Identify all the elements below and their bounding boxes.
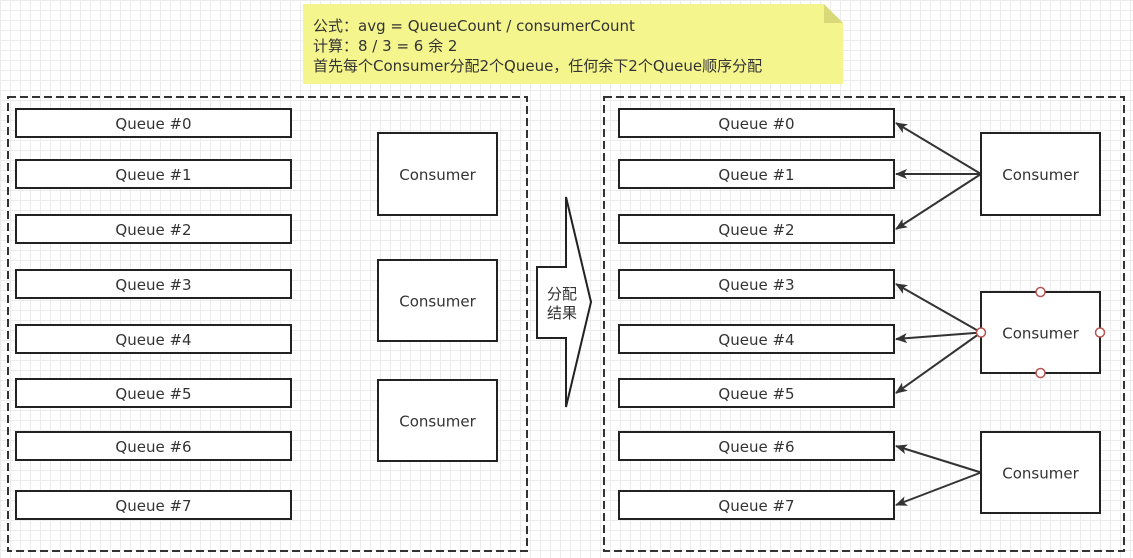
formula-note[interactable]: 公式：avg = QueueCount / consumerCount 计算：8… <box>303 4 843 84</box>
consumer-label: Consumer <box>1002 465 1079 483</box>
right-consumer-2[interactable]: Consumer <box>980 431 1101 514</box>
left-queue-7[interactable]: Queue #7 <box>15 490 292 520</box>
left-consumer-list: Consumer Consumer Consumer <box>377 132 498 462</box>
left-queue-5[interactable]: Queue #5 <box>15 378 292 408</box>
right-queue-list: Queue #0 Queue #1 Queue #2 Queue #3 Queue #4… <box>618 108 895 520</box>
queue-label: Queue #4 <box>115 331 191 349</box>
consumer-label: Consumer <box>399 166 476 184</box>
queue-label: Queue #1 <box>718 166 794 184</box>
consumer-label: Consumer <box>1002 325 1079 343</box>
right-queue-2[interactable]: Queue #2 <box>618 214 895 244</box>
queue-label: Queue #0 <box>115 115 191 133</box>
queue-label: Queue #6 <box>718 438 794 456</box>
right-queue-6[interactable]: Queue #6 <box>618 431 895 461</box>
left-consumer-1[interactable]: Consumer <box>377 259 498 342</box>
arrow-label-line2: 结果 <box>547 304 577 322</box>
note-calc-line: 计算：8 / 3 = 6 余 2 <box>313 37 457 55</box>
assignment-edges <box>895 122 982 506</box>
queue-label: Queue #4 <box>718 331 794 349</box>
edge-consumer-2-to-queue-6 <box>895 444 982 474</box>
queue-label: Queue #3 <box>115 276 191 294</box>
right-consumer-0[interactable]: Consumer <box>980 132 1101 216</box>
left-queue-1[interactable]: Queue #1 <box>15 159 292 189</box>
consumer-label: Consumer <box>399 413 476 431</box>
right-queue-1[interactable]: Queue #1 <box>618 159 895 189</box>
arrow-label-line1: 分配 <box>547 285 577 303</box>
note-rule-line: 首先每个Consumer分配2个Queue，任何余下2个Queue顺序分配 <box>313 57 762 75</box>
queue-label: Queue #7 <box>718 497 794 515</box>
right-consumer-1[interactable]: Consumer <box>980 291 1101 374</box>
resize-handle-2[interactable] <box>975 327 987 338</box>
queue-label: Queue #7 <box>115 497 191 515</box>
resize-handle-3[interactable] <box>1094 327 1106 338</box>
diagram-canvas: 公式：avg = QueueCount / consumerCount 计算：8… <box>7 4 1125 552</box>
queue-label: Queue #3 <box>718 276 794 294</box>
queue-label: Queue #5 <box>718 385 794 403</box>
left-queue-list: Queue #0 Queue #1 Queue #2 Queue #3 Queue #4… <box>15 108 292 520</box>
edge-consumer-0-to-queue-0 <box>895 122 982 175</box>
queue-label: Queue #0 <box>718 115 794 133</box>
edge-consumer-1-to-queue-3 <box>895 283 982 334</box>
consumer-label: Consumer <box>1002 166 1079 184</box>
edge-consumer-2-to-queue-7 <box>895 471 982 506</box>
queue-label: Queue #2 <box>718 221 794 239</box>
edge-consumer-1-to-queue-4 <box>895 331 982 344</box>
left-queue-0[interactable]: Queue #0 <box>15 108 292 138</box>
queue-label: Queue #5 <box>115 385 191 403</box>
resize-handle-0[interactable] <box>1035 286 1046 298</box>
queue-label: Queue #2 <box>115 221 191 239</box>
left-queue-3[interactable]: Queue #3 <box>15 269 292 299</box>
right-queue-3[interactable]: Queue #3 <box>618 269 895 299</box>
queue-label: Queue #1 <box>115 166 191 184</box>
right-queue-7[interactable]: Queue #7 <box>618 490 895 520</box>
left-consumer-2[interactable]: Consumer <box>377 379 498 462</box>
resize-handle-1[interactable] <box>1035 367 1046 379</box>
allocation-arrow[interactable]: 分配 结果 <box>536 196 593 408</box>
left-consumer-0[interactable]: Consumer <box>377 132 498 216</box>
right-queue-5[interactable]: Queue #5 <box>618 378 895 408</box>
right-queue-4[interactable]: Queue #4 <box>618 324 895 354</box>
consumer-label: Consumer <box>399 293 476 311</box>
queue-label: Queue #6 <box>115 438 191 456</box>
left-queue-4[interactable]: Queue #4 <box>15 324 292 354</box>
left-queue-2[interactable]: Queue #2 <box>15 214 292 244</box>
left-queue-6[interactable]: Queue #6 <box>15 431 292 461</box>
right-queue-0[interactable]: Queue #0 <box>618 108 895 138</box>
note-formula-line: 公式：avg = QueueCount / consumerCount <box>313 17 635 35</box>
edge-consumer-1-to-queue-5 <box>895 331 982 394</box>
right-consumer-list: Consumer Consumer Consumer <box>980 132 1101 514</box>
edge-consumer-0-to-queue-2 <box>895 173 982 230</box>
